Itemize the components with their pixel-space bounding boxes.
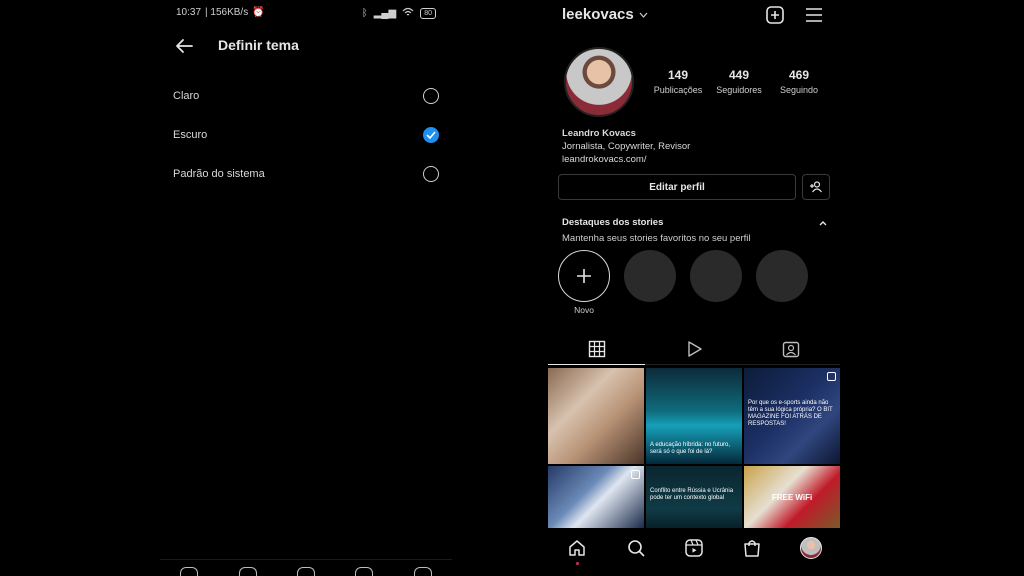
- highlights-title: Destaques dos stories: [562, 217, 664, 228]
- profile-icon[interactable]: [413, 567, 432, 576]
- account-switcher[interactable]: leekovacs: [562, 6, 648, 23]
- stat-value: 149: [667, 68, 689, 82]
- back-button[interactable]: [172, 34, 196, 58]
- theme-option-dark[interactable]: Escuro: [173, 123, 439, 147]
- alarm-icon: ⏰: [252, 7, 265, 18]
- battery-icon: 80: [420, 8, 436, 19]
- top-bar: leekovacs: [548, 0, 840, 30]
- highlight-placeholder: [624, 250, 676, 302]
- new-highlight-button[interactable]: [558, 250, 610, 302]
- nav-home[interactable]: [565, 536, 589, 565]
- menu-button[interactable]: [804, 5, 824, 25]
- signal-icon: ▂▄▆: [373, 8, 397, 19]
- bio-link[interactable]: leandrokovacs.com/: [562, 153, 690, 166]
- theme-option-system[interactable]: Padrão do sistema: [173, 162, 439, 186]
- post-thumbnail[interactable]: FREE WiFi: [744, 466, 840, 528]
- post-caption: A educação híbrida: no futuro, será só o…: [650, 442, 731, 455]
- shop-icon[interactable]: [355, 567, 374, 576]
- checkmark-icon: [426, 131, 436, 139]
- radio-button[interactable]: [423, 88, 439, 104]
- search-icon: [627, 540, 645, 557]
- carousel-icon: [631, 470, 640, 479]
- highlights-subtitle: Mantenha seus stories favoritos no seu p…: [562, 233, 751, 244]
- option-label: Padrão do sistema: [173, 168, 265, 180]
- hamburger-menu-icon: [806, 8, 822, 22]
- collapse-highlights-button[interactable]: [816, 216, 830, 230]
- post-thumbnail[interactable]: [548, 466, 644, 528]
- page-title: Definir tema: [218, 37, 299, 53]
- post-thumbnail[interactable]: [548, 368, 644, 464]
- post-thumbnail[interactable]: Por que os e-sports ainda não têm a sua …: [744, 368, 840, 464]
- posts-grid: A educação híbrida: no futuro, será só o…: [548, 368, 840, 528]
- post-caption: Por que os e-sports ainda não têm a sua …: [748, 400, 833, 427]
- following-count[interactable]: 469 Seguindo: [769, 68, 829, 95]
- followers-count[interactable]: 449 Seguidores: [709, 68, 769, 95]
- radio-button[interactable]: [423, 166, 439, 182]
- profile-tabs: [548, 333, 840, 365]
- post-thumbnail[interactable]: Conflito entre Rússia e Ucrânia pode ter…: [646, 466, 742, 528]
- new-post-button[interactable]: [765, 5, 785, 25]
- profile-bio: Leandro Kovacs Jornalista, Copywriter, R…: [562, 127, 690, 166]
- discover-people-button[interactable]: [802, 174, 830, 200]
- bio-description: Jornalista, Copywriter, Revisor: [562, 141, 691, 152]
- option-label: Escuro: [173, 129, 208, 141]
- status-time: 10:37: [176, 7, 202, 18]
- home-icon[interactable]: [180, 567, 199, 576]
- post-caption: Conflito entre Rússia e Ucrânia pode ter…: [650, 488, 734, 501]
- stat-label: Seguidores: [716, 85, 762, 95]
- profile-avatar[interactable]: [564, 47, 634, 117]
- status-speed: | 156KB/s: [205, 7, 249, 18]
- add-square-icon: [766, 6, 784, 24]
- bottom-navigation: [160, 559, 452, 576]
- theme-settings-screen: 10:37 | 156KB/s ⏰ ᛒ ▂▄▆ 80 Definir tema …: [160, 0, 452, 576]
- tab-reels[interactable]: [645, 333, 743, 365]
- search-icon[interactable]: [238, 567, 257, 576]
- highlight-placeholder: [690, 250, 742, 302]
- stat-value: 449: [728, 68, 750, 82]
- nav-shop[interactable]: [740, 536, 764, 560]
- option-label: Claro: [173, 90, 200, 102]
- play-icon: [688, 340, 702, 357]
- nav-profile[interactable]: [799, 536, 823, 560]
- stat-label: Seguindo: [779, 85, 819, 95]
- status-bar: 10:37 | 156KB/s ⏰ ᛒ ▂▄▆ 80: [176, 7, 436, 21]
- plus-icon: [577, 269, 591, 283]
- profile-screen: leekovacs 149 Publicações 449 Seguidores…: [548, 0, 840, 576]
- stat-value: 469: [788, 68, 810, 82]
- new-highlight-label: Novo: [574, 305, 594, 315]
- chevron-up-icon: [819, 221, 827, 226]
- tab-posts-grid[interactable]: [548, 333, 646, 365]
- radio-button-checked[interactable]: [423, 127, 439, 143]
- post-caption: FREE WiFi: [771, 493, 813, 502]
- bottom-navigation: [548, 532, 840, 565]
- chevron-down-icon: [639, 12, 648, 18]
- grid-icon: [588, 340, 605, 357]
- nav-reels[interactable]: [682, 536, 706, 560]
- notification-dot: [575, 562, 579, 565]
- wifi-icon: [402, 7, 414, 20]
- carousel-icon: [827, 372, 836, 381]
- posts-count[interactable]: 149 Publicações: [648, 68, 708, 95]
- arrow-left-icon: [176, 39, 193, 53]
- add-user-icon: [810, 181, 822, 193]
- tagged-user-icon: [783, 341, 800, 357]
- bluetooth-icon: ᛒ: [361, 8, 368, 19]
- display-name: Leandro Kovacs: [562, 128, 636, 139]
- stat-label: Publicações: [653, 85, 703, 95]
- nav-search[interactable]: [624, 536, 648, 560]
- highlight-placeholder: [756, 250, 808, 302]
- reels-icon[interactable]: [296, 567, 315, 576]
- theme-option-light[interactable]: Claro: [173, 84, 439, 108]
- shopping-bag-icon: [744, 540, 761, 557]
- home-icon: [569, 540, 585, 556]
- profile-avatar-icon: [799, 537, 822, 559]
- post-thumbnail[interactable]: A educação híbrida: no futuro, será só o…: [646, 368, 742, 464]
- username: leekovacs: [562, 6, 634, 23]
- reels-icon: [685, 539, 703, 557]
- edit-profile-button[interactable]: Editar perfil: [558, 174, 796, 200]
- tab-tagged[interactable]: [742, 333, 840, 365]
